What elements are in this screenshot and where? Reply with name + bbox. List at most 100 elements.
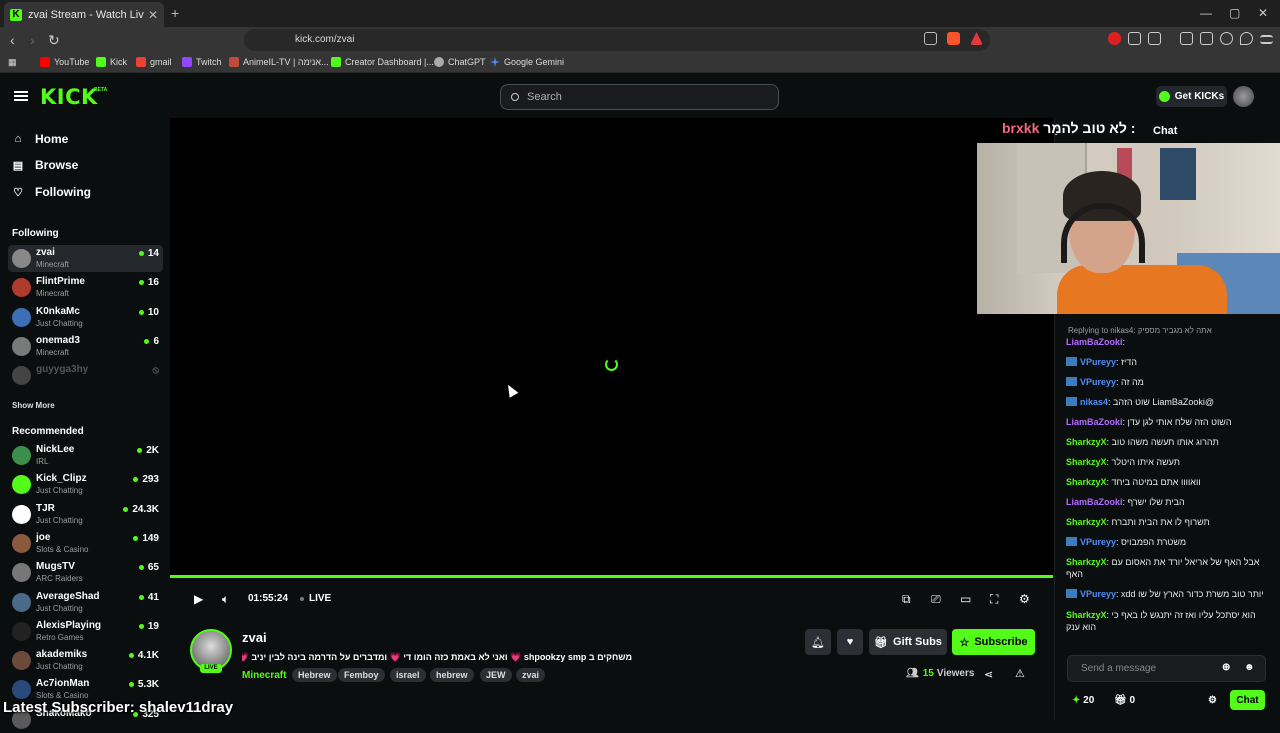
play-icon[interactable]: ▶: [194, 592, 203, 606]
chat-username[interactable]: SharkzyX: [1066, 557, 1107, 567]
bookmark-twitch[interactable]: Twitch: [182, 57, 222, 67]
chat-message[interactable]: nikas4: @LiamBaZooki שוט הזהב: [1066, 396, 1266, 408]
chat-message[interactable]: LiamBaZooki: הבית שלו ישרף: [1066, 496, 1266, 508]
sidebar-channel-averageshad[interactable]: AverageShad Just Chatting 41: [8, 589, 163, 616]
sidebar-channel-zvai[interactable]: zvai Minecraft 14: [8, 245, 163, 272]
close-window-button[interactable]: ✕: [1258, 6, 1268, 20]
apps-grid-icon[interactable]: ▦: [8, 57, 17, 68]
nav-home[interactable]: ⌂ Home: [12, 132, 69, 146]
search-input[interactable]: Search: [500, 84, 779, 110]
browser-tab[interactable]: K zvai Stream - Watch Live on Kick ✕: [4, 2, 164, 27]
gifts-count[interactable]: 🎁︎ 0: [1114, 695, 1135, 706]
tag[interactable]: Hebrew: [292, 668, 337, 682]
sidebar-channel-guyyga3hy[interactable]: guyyga3hy ⦸: [8, 362, 163, 389]
emoji-icon[interactable]: ☻: [1244, 662, 1255, 673]
tag[interactable]: zvai: [516, 668, 546, 682]
extensions-puzzle-icon[interactable]: [1128, 32, 1141, 45]
chat-username[interactable]: SharkzyX: [1066, 517, 1107, 527]
chat-username[interactable]: VPureyy: [1080, 357, 1116, 367]
back-icon[interactable]: ‹: [10, 32, 15, 48]
chat-message[interactable]: SharkzyX: תהרוג אותו תעשה משהו טוב: [1066, 436, 1266, 448]
kick-logo[interactable]: KICK: [40, 85, 98, 109]
streamer-name[interactable]: zvai: [242, 630, 267, 645]
sidebar-channel-k0nkamc[interactable]: K0nkaMc Just Chatting 10: [8, 304, 163, 331]
nav-browse[interactable]: ▤ Browse: [12, 158, 79, 172]
forward-icon[interactable]: ›: [30, 32, 35, 48]
chat-message[interactable]: VPureyy: משטרת הפמבויס: [1066, 536, 1266, 548]
bookmark-creator-dashboard[interactable]: Creator Dashboard |...: [331, 57, 434, 67]
chat-username[interactable]: LiamBaZooki: [1066, 417, 1123, 427]
bookmark-animeil[interactable]: AnimeIL-TV | אנימה...: [229, 57, 329, 67]
tag[interactable]: JEW: [480, 668, 512, 682]
minimize-button[interactable]: —: [1200, 6, 1212, 20]
share-icon[interactable]: ⋖: [984, 668, 993, 681]
chat-message[interactable]: SharkzyX: תשרוף לו את הבית ותברח: [1066, 516, 1266, 528]
gift-subs-button[interactable]: 🎁︎ Gift Subs: [869, 629, 947, 655]
bookmark-gemini[interactable]: Google Gemini: [490, 57, 564, 67]
get-kicks-button[interactable]: Get KICKs: [1156, 86, 1227, 107]
chat-message[interactable]: SharkzyX: וואוווו אתם במיטה ביחד: [1066, 476, 1266, 488]
fullscreen-icon[interactable]: ⛶: [990, 592, 998, 607]
sidebar-channel-nicklee[interactable]: NickLee IRL 2K: [8, 442, 163, 469]
clip-icon[interactable]: ⎚: [931, 592, 941, 607]
chat-username[interactable]: LiamBaZooki: [1066, 337, 1123, 347]
close-tab-icon[interactable]: ✕: [148, 8, 158, 22]
sidebar-channel-mugstv[interactable]: MugsTV ARC Raiders 65: [8, 559, 163, 586]
vpn-icon[interactable]: [1240, 32, 1253, 45]
report-icon[interactable]: ⚠: [1015, 667, 1025, 680]
chat-settings-icon[interactable]: ⚙: [1208, 695, 1217, 706]
tab-manager-icon[interactable]: [1200, 32, 1213, 45]
chat-username[interactable]: SharkzyX: [1066, 457, 1107, 467]
chat-username[interactable]: nikas4: [1080, 397, 1108, 407]
chat-message[interactable]: SharkzyX: אבל האף של אריאל יורד את האסום…: [1066, 556, 1266, 580]
bookmark-kick[interactable]: Kick: [96, 57, 127, 67]
subscribe-button[interactable]: ☆ Subscribe: [952, 629, 1035, 655]
chat-message[interactable]: LiamBaZooki: השוט הזה שלח אותי לגן עדן: [1066, 416, 1266, 428]
chat-username[interactable]: SharkzyX: [1066, 477, 1107, 487]
tag[interactable]: Femboy: [338, 668, 385, 682]
chat-input[interactable]: Send a message: [1067, 655, 1266, 682]
hamburger-menu-icon[interactable]: [14, 91, 28, 101]
miniplayer-icon[interactable]: ⧉: [902, 592, 911, 607]
sidebar-channel-kick_clipz[interactable]: Kick_Clipz Just Chatting 293: [8, 471, 163, 498]
emote-picker-icon[interactable]: ⊕: [1222, 662, 1230, 673]
reload-icon[interactable]: ↻: [48, 32, 60, 49]
bookmark-youtube[interactable]: YouTube: [40, 57, 89, 67]
user-avatar[interactable]: [1233, 86, 1254, 107]
tag[interactable]: israel: [390, 668, 426, 682]
chat-message[interactable]: LiamBaZooki:: [1066, 336, 1266, 348]
leo-ai-icon[interactable]: [1220, 32, 1233, 45]
sidebar-toggle-icon[interactable]: [1180, 32, 1193, 45]
chat-message[interactable]: SharkzyX: הוא יסתכל עליו ואז זה יתנגש לו…: [1066, 609, 1266, 633]
live-indicator[interactable]: LIVE: [300, 593, 331, 604]
wallet-icon[interactable]: [1148, 32, 1161, 45]
settings-icon[interactable]: ⚙: [1019, 592, 1030, 606]
share-icon[interactable]: [924, 32, 937, 45]
chat-message[interactable]: SharkzyX: תעשה איתו היטלר: [1066, 456, 1266, 468]
sidebar-channel-flintprime[interactable]: FlintPrime Minecraft 16: [8, 274, 163, 301]
stream-category[interactable]: Minecraft: [242, 670, 286, 681]
theatre-mode-icon[interactable]: ▭: [960, 592, 971, 606]
menu-icon[interactable]: [1260, 35, 1273, 44]
chat-username[interactable]: SharkzyX: [1066, 610, 1107, 620]
video-player[interactable]: [170, 118, 1054, 576]
sidebar-channel-alexisplaying[interactable]: AlexisPlaying Retro Games 19: [8, 618, 163, 645]
sidebar-channel-tjr[interactable]: TJR Just Chatting 24.3K: [8, 501, 163, 528]
sidebar-channel-joe[interactable]: joe Slots & Casino 149: [8, 530, 163, 557]
chat-username[interactable]: LiamBaZooki: [1066, 497, 1123, 507]
follow-heart-button[interactable]: ♥: [837, 629, 863, 655]
volume-icon[interactable]: 🔈︎: [222, 592, 229, 607]
new-tab-button[interactable]: +: [171, 5, 179, 21]
chat-username[interactable]: SharkzyX: [1066, 437, 1107, 447]
chat-message[interactable]: VPureyy: יותר טוב משרת כדור הארץ של שו x…: [1066, 588, 1266, 600]
notification-bell-button[interactable]: 🔔︎: [805, 629, 831, 655]
sidebar-channel-akademiks[interactable]: akademiks Just Chatting 4.1K: [8, 647, 163, 674]
bookmark-chatgpt[interactable]: ChatGPT: [434, 57, 486, 67]
chat-message[interactable]: VPureyy: הדיז: [1066, 356, 1266, 368]
chat-username[interactable]: VPureyy: [1080, 537, 1116, 547]
chat-username[interactable]: VPureyy: [1080, 377, 1116, 387]
maximize-button[interactable]: ▢: [1229, 6, 1240, 20]
channel-points[interactable]: ✦ 20: [1072, 695, 1094, 706]
sidebar-channel-onemad3[interactable]: onemad3 Minecraft 6: [8, 333, 163, 360]
send-chat-button[interactable]: Chat: [1230, 690, 1265, 710]
